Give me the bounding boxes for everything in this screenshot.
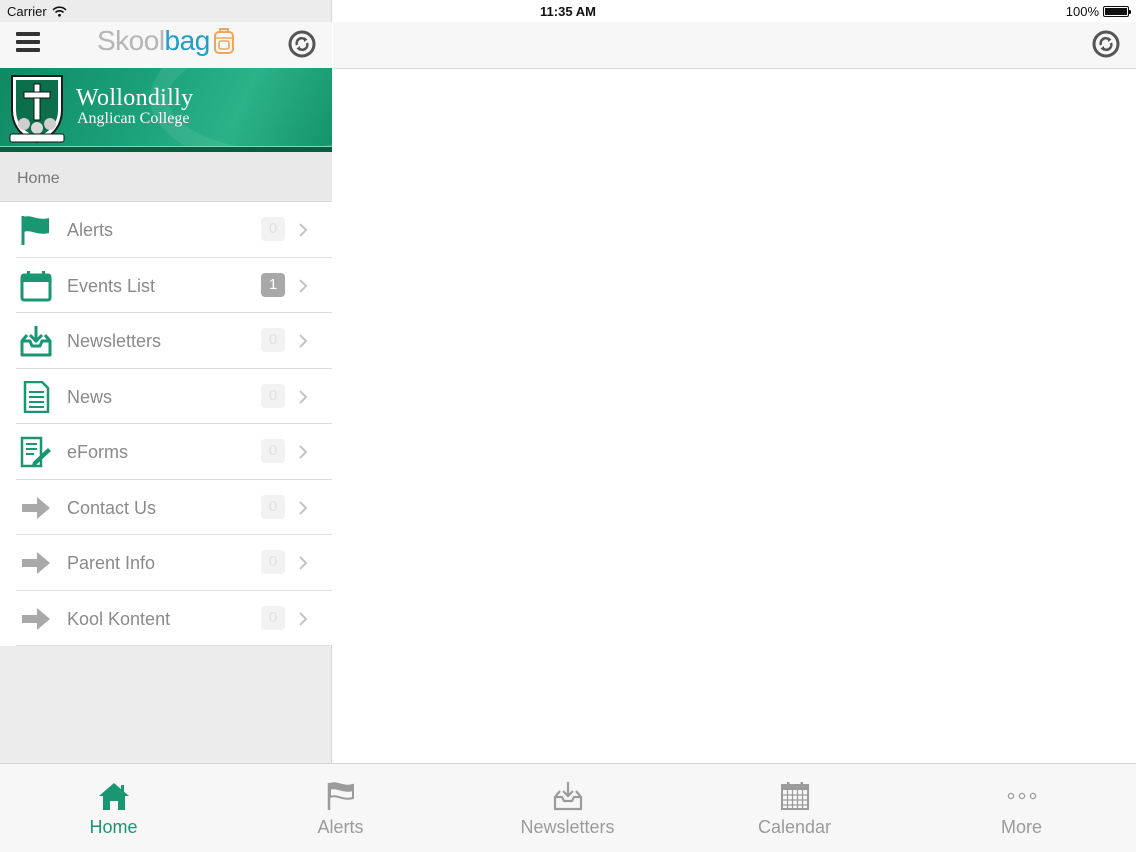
chevron-right-icon [299, 278, 308, 293]
school-name-line1: Wollondilly [76, 85, 194, 111]
sidebar-item-alerts[interactable]: Alerts 0 [0, 202, 332, 258]
count-badge: 1 [261, 272, 285, 297]
inbox-download-icon [20, 326, 52, 357]
school-name-line2: Anglican College [77, 110, 190, 127]
carrier-label: Carrier [7, 4, 47, 19]
tab-label: Calendar [757, 817, 832, 837]
battery-icon [1103, 6, 1131, 17]
inbox-download-icon [553, 782, 582, 811]
sidebar-item-label: Parent Info [67, 553, 156, 573]
arrow-right-icon [22, 607, 50, 630]
battery-percent: 100% [1065, 4, 1099, 19]
sidebar-item-eforms[interactable]: eForms 0 [0, 424, 332, 480]
sidebar-item-label: Newsletters [67, 331, 162, 351]
tab-more[interactable]: More [908, 764, 1135, 852]
sidebar-item-label: Alerts [67, 220, 114, 240]
status-time: 11:35 AM [540, 4, 596, 19]
document-icon [23, 380, 50, 413]
wifi-icon [52, 6, 67, 17]
chevron-right-icon [299, 223, 308, 237]
tab-bar: Home Alerts Newsletters Calendar More [0, 763, 1136, 852]
sidebar-menu: Alerts 0 Events List 1 Newsletters 0 New… [0, 202, 332, 646]
arrow-right-icon [22, 496, 50, 519]
more-dots-icon [1007, 792, 1036, 800]
tab-label: Alerts [317, 817, 364, 837]
school-crest-icon [9, 75, 65, 144]
calendar-grid-icon [780, 782, 809, 810]
calendar-icon [20, 270, 52, 301]
sidebar-item-label: Kool Kontent [67, 608, 171, 629]
sidebar-item-contact-us[interactable]: Contact Us 0 [0, 479, 332, 535]
backpack-logo-icon [213, 28, 234, 54]
chevron-right-icon [299, 445, 308, 459]
school-name: Wollondilly Anglican College [76, 86, 193, 128]
chevron-right-icon [299, 334, 308, 348]
tab-home[interactable]: Home [0, 764, 227, 852]
tab-alerts[interactable]: Alerts [227, 764, 454, 852]
home-icon [98, 783, 129, 810]
app-screen: Skool bag Wollondilly Anglican College H… [0, 0, 1136, 852]
logo-text-skool: Skool [97, 25, 165, 56]
sidebar-topbar: Skool bag [0, 22, 332, 68]
flag-icon [21, 216, 49, 245]
section-header-home: Home [0, 152, 332, 202]
count-badge: 0 [261, 328, 285, 352]
sidebar-item-events-list[interactable]: Events List 1 [0, 257, 332, 313]
count-badge: 0 [261, 383, 285, 408]
app-logo: Skool bag [97, 25, 236, 57]
count-badge: 0 [261, 550, 285, 574]
status-bar: 11:35 AM Carrier 100% [0, 0, 1136, 22]
sidebar-item-label: Events List [67, 275, 156, 296]
sidebar-item-label: Contact Us [67, 497, 157, 518]
tab-label: Newsletters [520, 817, 615, 837]
sidebar-item-newsletters[interactable]: Newsletters 0 [0, 313, 332, 369]
school-banner: Wollondilly Anglican College [0, 68, 332, 152]
flag-icon [327, 782, 354, 810]
sidebar-item-label: News [67, 386, 113, 407]
detail-navbar [333, 22, 1136, 69]
tab-newsletters[interactable]: Newsletters [454, 764, 681, 852]
arrow-right-icon [22, 552, 50, 574]
sidebar-item-label: eForms [67, 442, 129, 462]
sync-icon[interactable] [1092, 30, 1120, 58]
chevron-right-icon [299, 556, 308, 570]
tab-label: Home [89, 817, 138, 837]
sidebar-item-kool-kontent[interactable]: Kool Kontent 0 [0, 590, 332, 646]
count-badge: 0 [261, 494, 285, 519]
chevron-right-icon [299, 611, 308, 626]
sync-icon[interactable] [288, 30, 316, 58]
count-badge: 0 [261, 439, 285, 463]
sidebar-item-parent-info[interactable]: Parent Info 0 [0, 535, 332, 591]
count-badge: 0 [261, 605, 285, 630]
tab-label: More [1000, 817, 1042, 837]
form-pencil-icon [20, 436, 51, 468]
chevron-right-icon [299, 389, 308, 404]
hamburger-menu-icon[interactable] [16, 31, 40, 53]
sidebar: Skool bag Wollondilly Anglican College H… [0, 0, 332, 763]
logo-text-bag: bag [164, 25, 211, 56]
tab-calendar[interactable]: Calendar [681, 764, 908, 852]
section-title: Home [17, 170, 60, 187]
count-badge: 0 [261, 217, 285, 241]
sidebar-item-news[interactable]: News 0 [0, 368, 332, 424]
chevron-right-icon [299, 500, 308, 515]
